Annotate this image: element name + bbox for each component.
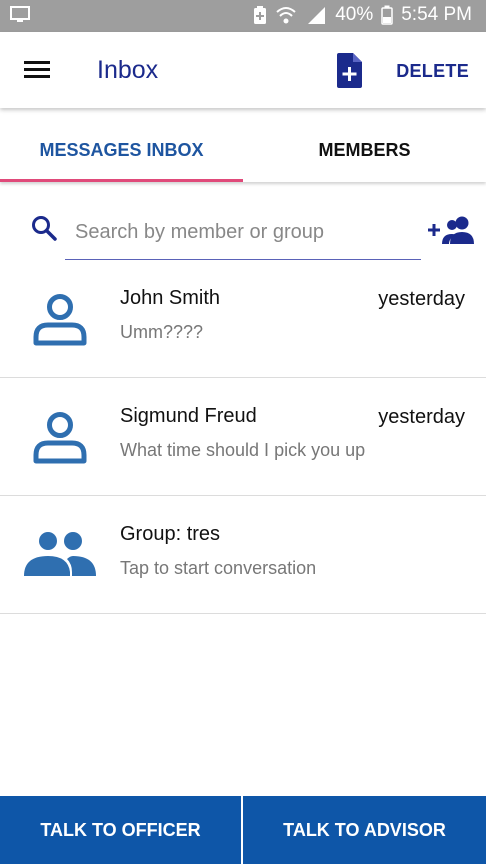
battery-icon bbox=[381, 5, 393, 25]
person-icon bbox=[22, 406, 98, 470]
delete-button[interactable]: DELETE bbox=[396, 61, 469, 82]
talk-to-officer-button[interactable]: TALK TO OFFICER bbox=[0, 796, 243, 864]
conversation-time: yesterday bbox=[378, 406, 465, 428]
search-icon[interactable] bbox=[30, 214, 58, 242]
wifi-icon bbox=[275, 5, 297, 25]
new-message-button[interactable] bbox=[334, 52, 364, 90]
conversation-row[interactable]: Sigmund Freud What time should I pick yo… bbox=[0, 378, 486, 496]
person-icon bbox=[22, 288, 98, 352]
new-message-icon bbox=[337, 53, 362, 88]
status-bar: 40% 5:54 PM bbox=[0, 0, 486, 32]
menu-button[interactable] bbox=[20, 55, 56, 85]
conversation-name: Sigmund Freud bbox=[120, 405, 257, 427]
page-title: Inbox bbox=[97, 56, 159, 84]
tab-messages-inbox[interactable]: MESSAGES INBOX bbox=[0, 110, 243, 182]
conversation-time: yesterday bbox=[378, 288, 465, 310]
active-tab-indicator bbox=[0, 179, 243, 182]
battery-saver-icon bbox=[253, 5, 267, 25]
conversation-row[interactable]: Group: tres Tap to start conversation bbox=[0, 496, 486, 614]
add-member-button[interactable] bbox=[428, 214, 474, 248]
talk-to-advisor-button[interactable]: TALK TO ADVISOR bbox=[243, 796, 486, 864]
conversation-name: John Smith bbox=[120, 287, 221, 309]
conversation-name: Group: tres bbox=[120, 523, 221, 545]
signal-icon bbox=[305, 5, 327, 25]
bottom-action-bar: TALK TO OFFICER TALK TO ADVISOR bbox=[0, 796, 486, 864]
conversation-list: John Smith Umm???? yesterday Sigmund Fre… bbox=[0, 260, 486, 614]
tab-bar: MESSAGES INBOX MEMBERS bbox=[0, 110, 486, 182]
clock: 5:54 PM bbox=[401, 4, 472, 25]
menu-icon bbox=[24, 61, 50, 78]
search-input[interactable] bbox=[65, 206, 421, 260]
screen-icon bbox=[10, 6, 30, 29]
app-bar: Inbox DELETE bbox=[0, 32, 486, 108]
add-group-icon bbox=[428, 216, 474, 244]
conversation-preview: Umm???? bbox=[120, 322, 204, 342]
group-icon bbox=[22, 524, 98, 588]
conversation-row[interactable]: John Smith Umm???? yesterday bbox=[0, 260, 486, 378]
tab-members[interactable]: MEMBERS bbox=[243, 110, 486, 182]
conversation-preview: What time should I pick you up bbox=[120, 440, 366, 460]
conversation-preview: Tap to start conversation bbox=[120, 558, 317, 578]
battery-percent: 40% bbox=[335, 4, 374, 25]
